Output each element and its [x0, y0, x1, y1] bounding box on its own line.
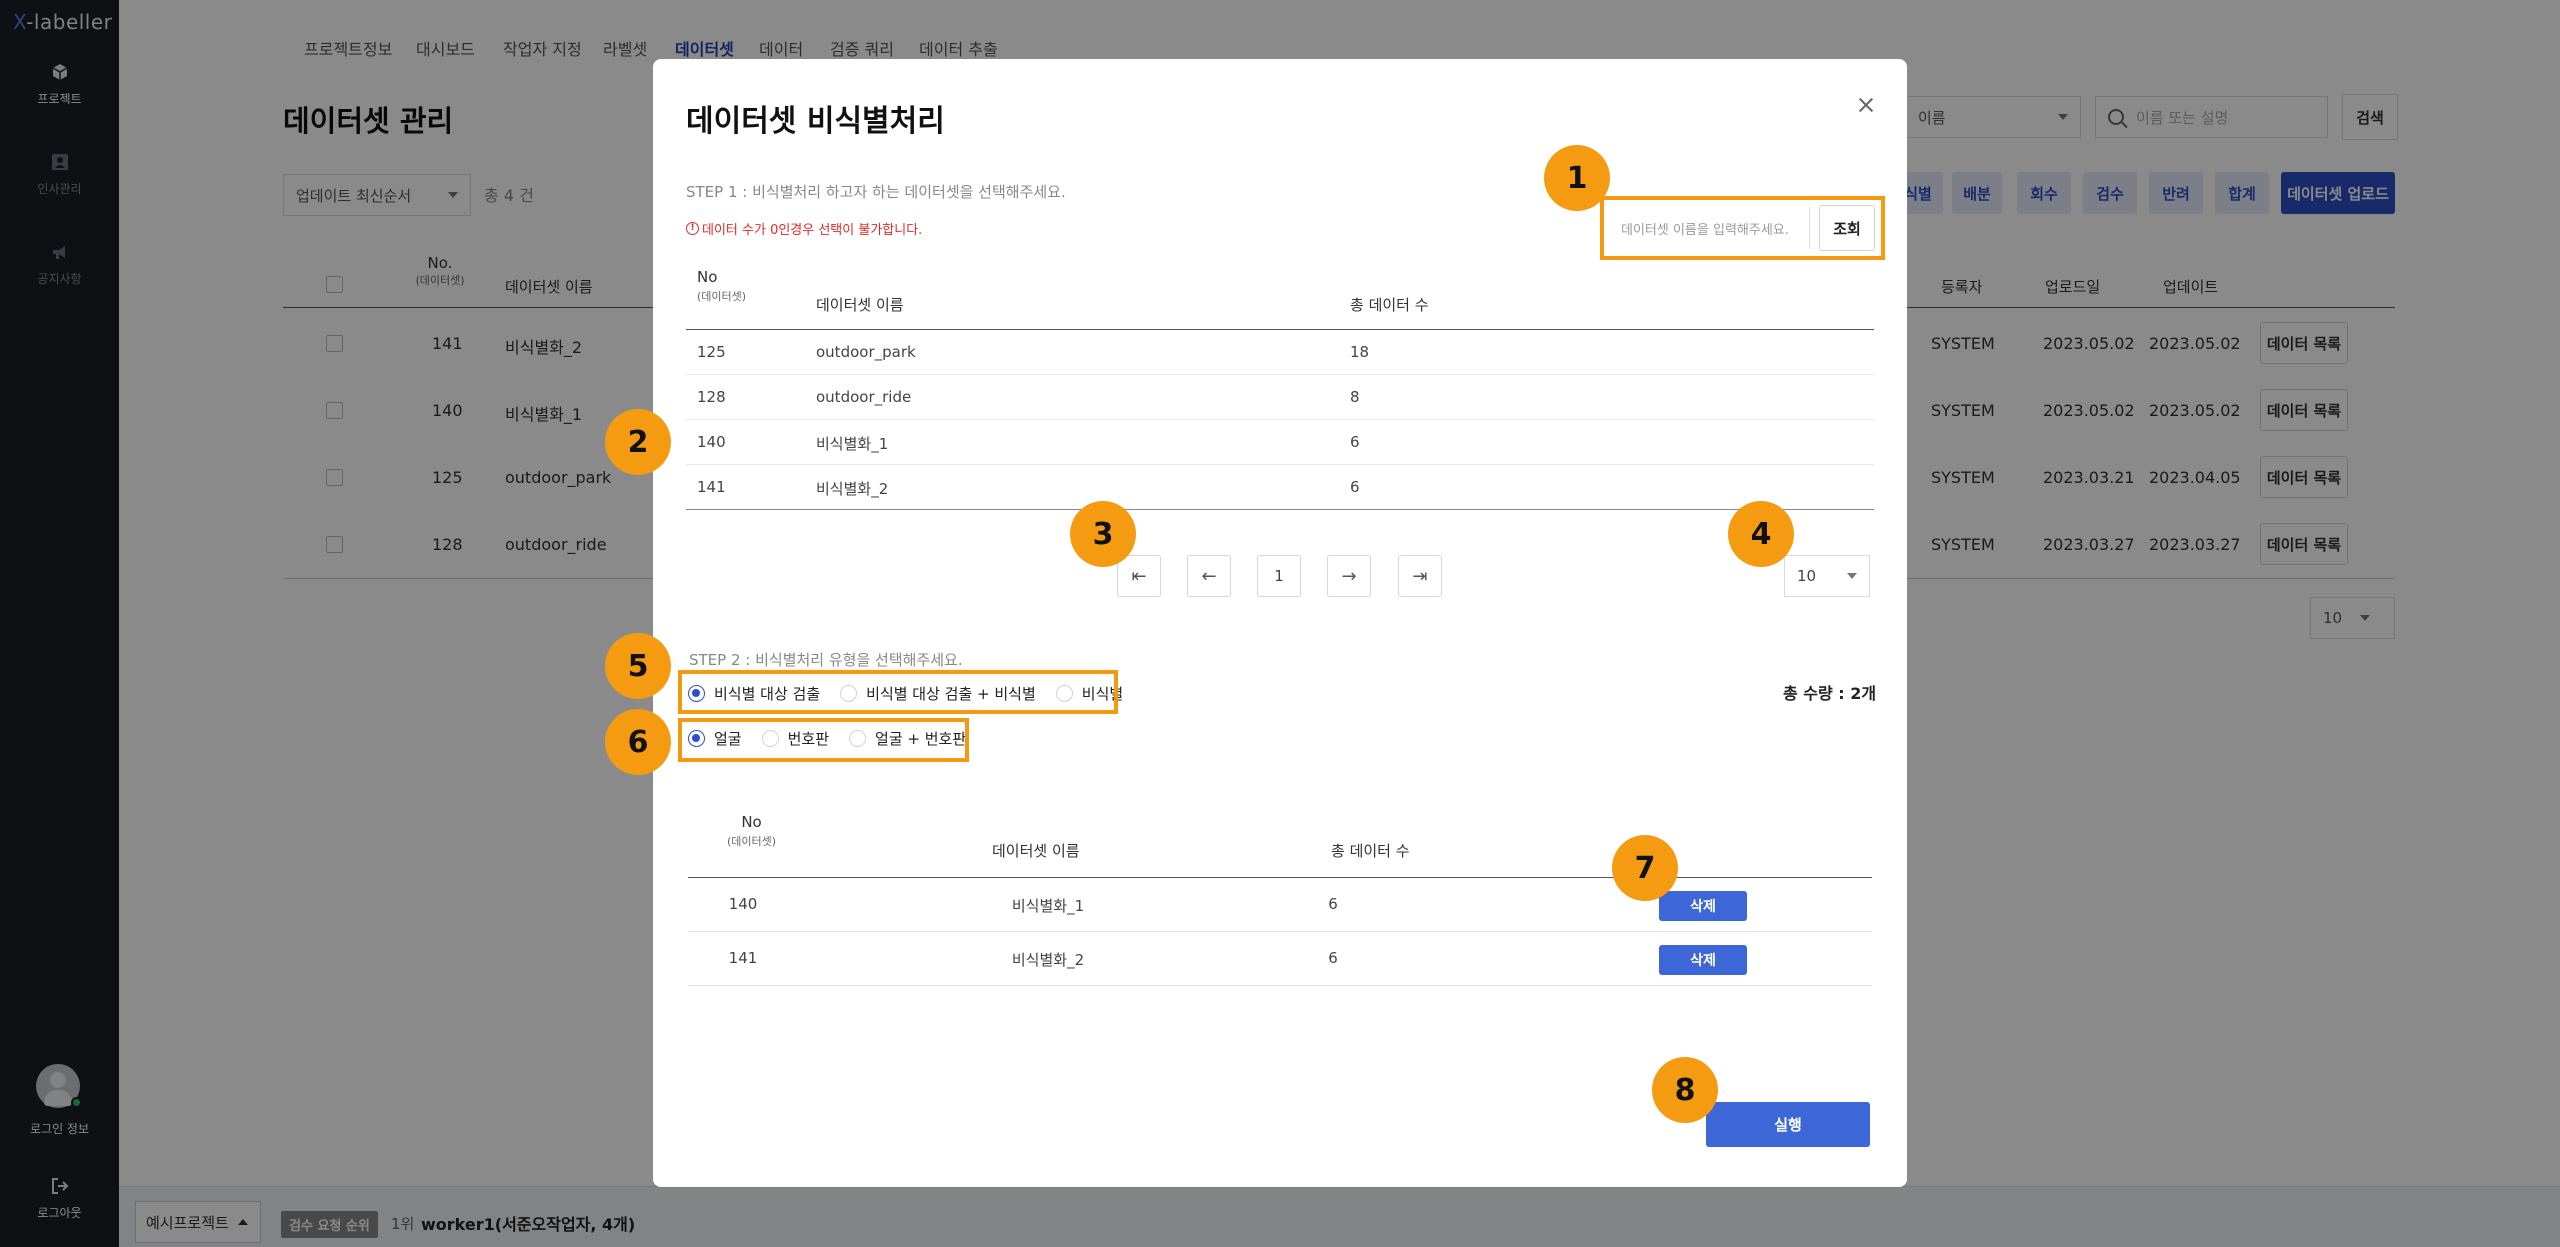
- highlight-box-target: [678, 718, 969, 762]
- first-page-button[interactable]: ⇤: [1117, 555, 1161, 597]
- column-header-total: 총 데이터 수: [1350, 296, 1429, 314]
- annotation-marker-8: 8: [1652, 1057, 1718, 1123]
- annotation-marker-5: 5: [605, 633, 671, 699]
- step2-label: STEP 2 : 비식별처리 유형을 선택해주세요.: [689, 651, 963, 669]
- row-total: 6: [1350, 433, 1360, 451]
- annotation-marker-7: 7: [1612, 835, 1678, 901]
- first-page-icon: ⇤: [1131, 565, 1147, 587]
- next-page-button[interactable]: →: [1327, 555, 1371, 597]
- arrow-right-icon: →: [1341, 565, 1357, 587]
- highlight-box-type: [678, 670, 1118, 714]
- last-page-button[interactable]: ⇥: [1398, 555, 1442, 597]
- close-icon[interactable]: [1853, 91, 1881, 119]
- last-page-icon: ⇥: [1412, 565, 1428, 587]
- column-header-no: No (데이터셋): [697, 268, 747, 303]
- table-row[interactable]: 140 비식별화_1 6: [686, 420, 1874, 465]
- row-name: outdoor_park: [816, 343, 916, 361]
- row-name: 비식별화_2: [1011, 951, 1085, 969]
- row-no: 140: [728, 895, 758, 913]
- run-button[interactable]: 실행: [1706, 1102, 1870, 1147]
- selected-table-row[interactable]: 141 비식별화_2 6 삭제: [688, 932, 1872, 986]
- row-total: 6: [1328, 895, 1338, 913]
- highlight-box-search: [1600, 196, 1885, 260]
- table-row[interactable]: 141 비식별화_2 6: [686, 465, 1874, 510]
- delete-button[interactable]: 삭제: [1659, 945, 1747, 975]
- row-name: 비식별화_1: [816, 435, 889, 453]
- delete-button[interactable]: 삭제: [1659, 891, 1747, 921]
- row-no: 125: [697, 343, 726, 361]
- row-name: outdoor_ride: [816, 388, 912, 406]
- row-name: 비식별화_2: [816, 480, 889, 498]
- annotation-marker-2: 2: [605, 409, 671, 475]
- modal-title: 데이터셋 비식별처리: [686, 104, 945, 139]
- table-row[interactable]: 128 outdoor_ride 8: [686, 375, 1874, 420]
- annotation-marker-1: 1: [1544, 145, 1610, 211]
- selected-table-row[interactable]: 140 비식별화_1 6 삭제: [688, 878, 1872, 932]
- column-header-name: 데이터셋 이름: [816, 296, 904, 314]
- arrow-left-icon: ←: [1201, 565, 1217, 587]
- warning-text: ! 데이터 수가 0인경우 선택이 불가합니다.: [686, 219, 922, 238]
- step1-label: STEP 1 : 비식별처리 하고자 하는 데이터셋을 선택해주세요.: [686, 183, 1066, 201]
- row-total: 6: [1328, 949, 1338, 967]
- row-total: 18: [1350, 343, 1370, 361]
- annotation-marker-3: 3: [1070, 501, 1136, 567]
- prev-page-button[interactable]: ←: [1187, 555, 1231, 597]
- alert-icon: !: [686, 222, 699, 235]
- page-number-button[interactable]: 1: [1257, 555, 1301, 597]
- row-no: 128: [697, 388, 726, 406]
- selected-column-header-name: 데이터셋 이름: [992, 842, 1080, 860]
- annotation-marker-6: 6: [605, 709, 671, 775]
- row-total: 6: [1350, 478, 1360, 496]
- total-quantity: 총 수량 : 2개: [1783, 684, 1877, 703]
- row-name: 비식별화_1: [1011, 897, 1085, 915]
- row-no: 140: [697, 433, 726, 451]
- selected-column-header-no: No (데이터셋): [727, 813, 777, 848]
- row-total: 8: [1350, 388, 1360, 406]
- table-row[interactable]: 125 outdoor_park 18: [686, 330, 1874, 375]
- annotation-marker-4: 4: [1728, 501, 1794, 567]
- row-no: 141: [697, 478, 726, 496]
- modal-page-size-select[interactable]: 10: [1784, 555, 1870, 597]
- row-no: 141: [728, 949, 758, 967]
- selected-column-header-total: 총 데이터 수: [1331, 842, 1410, 860]
- chevron-down-icon: [1847, 573, 1857, 579]
